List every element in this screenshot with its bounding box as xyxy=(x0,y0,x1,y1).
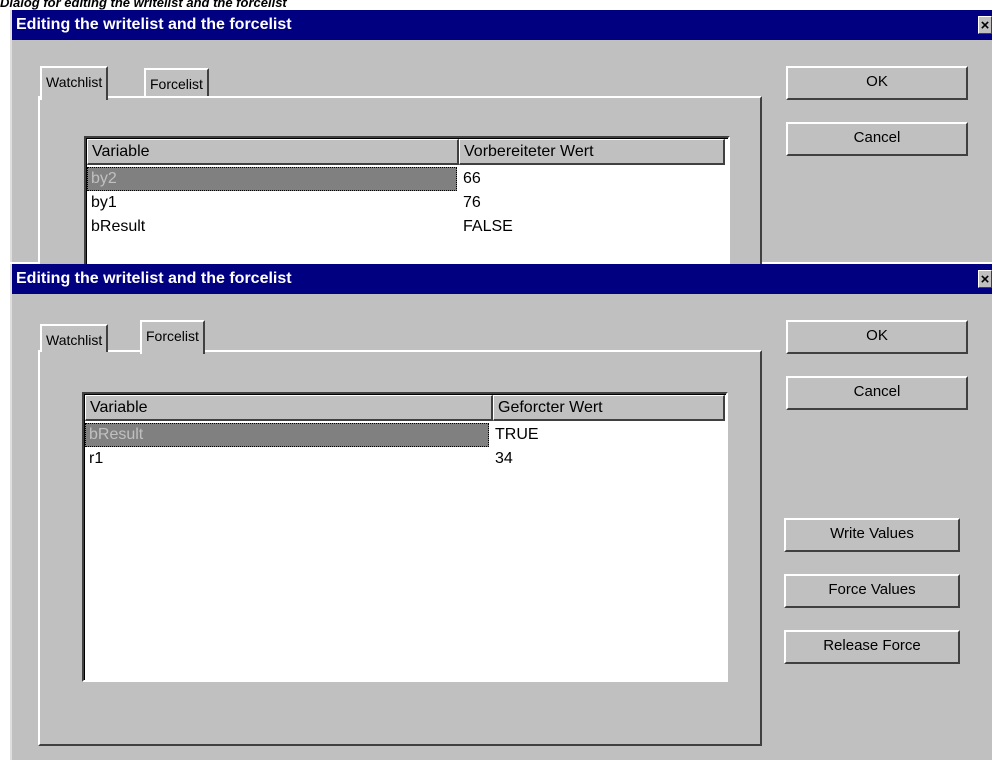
list-row[interactable]: by1 76 xyxy=(87,191,728,215)
list-header: Variable Geforcter Wert xyxy=(85,395,726,421)
variable-list[interactable]: Variable Geforcter Wert bResult TRUE r1 … xyxy=(82,392,728,682)
value-cell: 76 xyxy=(463,194,481,211)
ok-button[interactable]: OK xyxy=(786,66,968,100)
dialog-title: Editing the writelist and the forcelist xyxy=(16,270,292,287)
close-button[interactable]: × xyxy=(978,16,992,34)
column-header-value[interactable]: Geforcter Wert xyxy=(493,395,725,421)
cancel-button[interactable]: Cancel xyxy=(786,376,968,410)
force-values-button[interactable]: Force Values xyxy=(784,574,960,608)
list-row[interactable]: by2 66 xyxy=(87,167,728,191)
variable-cell: by2 xyxy=(87,167,457,191)
variable-cell: bResult xyxy=(85,423,489,447)
close-button[interactable]: × xyxy=(978,270,992,288)
list-row[interactable]: bResult FALSE xyxy=(87,215,728,239)
tab-forcelist[interactable]: Forcelist xyxy=(140,320,205,354)
column-header-value[interactable]: Vorbereiteter Wert xyxy=(459,139,725,165)
title-bar: Editing the writelist and the forcelist … xyxy=(12,264,992,294)
list-row[interactable]: r1 34 xyxy=(85,447,726,471)
value-cell: 66 xyxy=(463,170,481,187)
title-bar: Editing the writelist and the forcelist … xyxy=(12,10,992,40)
edit-writelist-dialog-watchlist: Editing the writelist and the forcelist … xyxy=(10,10,992,276)
list-header: Variable Vorbereiteter Wert xyxy=(87,139,728,165)
tab-watchlist[interactable]: Watchlist xyxy=(40,324,109,352)
variable-list[interactable]: Variable Vorbereiteter Wert by2 66 by1 7… xyxy=(84,136,730,276)
value-cell: TRUE xyxy=(495,426,539,443)
value-cell: FALSE xyxy=(463,218,513,235)
variable-cell: by1 xyxy=(91,194,117,211)
ok-button[interactable]: OK xyxy=(786,320,968,354)
column-header-variable[interactable]: Variable xyxy=(85,395,493,421)
edit-writelist-dialog-forcelist: Editing the writelist and the forcelist … xyxy=(10,264,992,760)
column-header-variable[interactable]: Variable xyxy=(87,139,459,165)
list-row[interactable]: bResult TRUE xyxy=(85,423,726,447)
figure-caption: Dialog for editing the writelist and the… xyxy=(0,0,287,10)
variable-cell: bResult xyxy=(91,218,146,235)
release-force-button[interactable]: Release Force xyxy=(784,630,960,664)
variable-cell: r1 xyxy=(89,450,104,467)
cancel-button[interactable]: Cancel xyxy=(786,122,968,156)
write-values-button[interactable]: Write Values xyxy=(784,518,960,552)
dialog-title: Editing the writelist and the forcelist xyxy=(16,16,292,33)
value-cell: 34 xyxy=(495,450,513,467)
tab-forcelist[interactable]: Forcelist xyxy=(144,68,209,96)
tab-watchlist[interactable]: Watchlist xyxy=(40,66,109,100)
